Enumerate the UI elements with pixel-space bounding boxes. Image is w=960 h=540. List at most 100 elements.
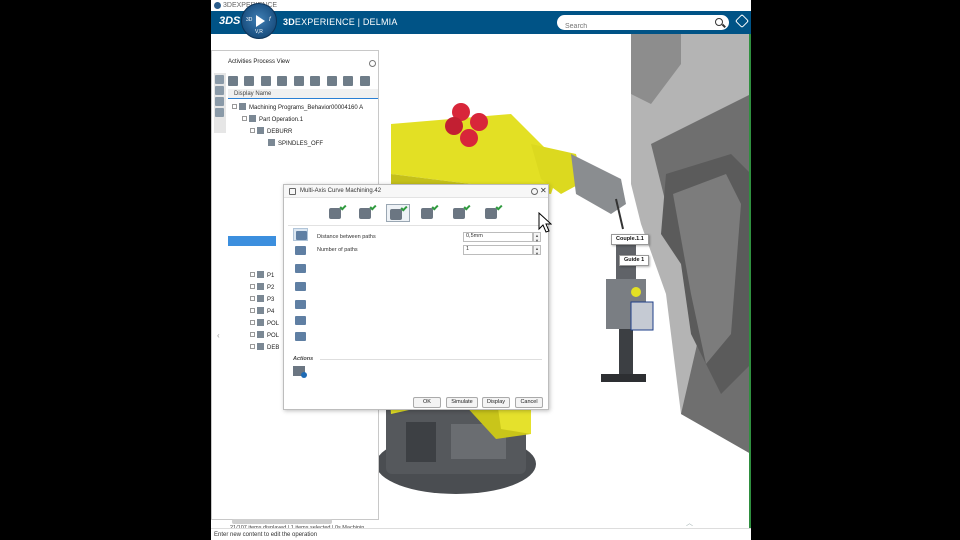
group-icon[interactable] [277,75,288,86]
chevron-left-icon[interactable]: ‹ [217,331,220,340]
check-icon [495,203,503,211]
tab-strategy[interactable] [386,204,410,222]
machining-dialog: Multi-Axis Curve Machining.42 ✕ Distance… [283,184,549,410]
check-icon [463,203,471,211]
status-message: Enter new content to edit the operation [214,532,318,538]
strategy-sidebar [291,228,311,348]
radial-strategy-button[interactable] [293,228,308,241]
tooltip-couple: Couple.1.1 [611,234,649,245]
tree-item[interactable]: P4 [250,307,274,316]
tree-item[interactable]: POL [250,331,279,340]
gear-icon[interactable] [531,188,538,195]
tree-item[interactable]: POL [250,319,279,328]
horizontal-scrollbar[interactable] [232,519,332,524]
display-button[interactable]: Display [482,397,510,408]
compass-button[interactable]: 3D f V,R [241,3,277,39]
tab-geometry[interactable] [356,203,380,222]
compass-f: f [269,17,271,23]
compass-vr: V,R [255,29,263,35]
tree-item[interactable]: Part Operation.1 [242,115,303,124]
tab-tool[interactable] [326,203,350,222]
column-header[interactable]: Display Name [228,89,378,99]
motor-2 [470,113,488,131]
window-edge [749,34,751,528]
tag-icon[interactable] [734,13,750,29]
copy-icon[interactable] [244,75,255,86]
check-icon [431,203,439,211]
tab-feedrate[interactable] [482,203,506,222]
operation-icon [289,188,296,195]
dialog-titlebar[interactable]: Multi-Axis Curve Machining.42 [284,185,548,198]
tree-item[interactable]: SPINDLES_OFF [268,139,323,148]
app-title: 3DEXPERIENCE | DELMIA [283,17,398,27]
tree-item[interactable]: P3 [250,295,274,304]
tree-item[interactable]: P2 [250,283,274,292]
fixture-foot [601,374,646,382]
strategy-icon [390,209,402,220]
window-titlebar: 3DEXPERIENCE [211,0,751,11]
settings-icon[interactable] [343,75,354,86]
tool-icon-2[interactable] [215,86,224,95]
mouse-cursor-icon [538,212,552,233]
tree-item[interactable]: DEB [250,343,279,352]
chevron-up-icon[interactable]: ︿ [686,518,693,528]
macro-icon [421,208,433,219]
tab-axis[interactable] [450,203,474,222]
tab-macros[interactable] [418,203,442,222]
tree-item[interactable]: P1 [250,271,274,280]
brand-prefix: 3D [283,17,295,27]
simulate-button[interactable]: Simulate [446,397,478,408]
filter-icon[interactable] [310,75,321,86]
distance-field[interactable]: 0,5mm [463,232,533,242]
axial-strategy-button[interactable] [293,244,308,257]
play-icon [256,15,265,27]
list-button[interactable] [293,330,308,343]
paste-icon[interactable] [260,75,271,86]
compensation-button[interactable] [293,314,308,327]
part-icon [359,208,371,219]
search-icon[interactable] [715,18,723,26]
gear-icon[interactable] [369,60,376,67]
more-icon[interactable] [359,75,370,86]
tree-item[interactable]: DEBURR [250,127,292,136]
panel-toolbar [228,72,378,86]
add-action-icon[interactable] [293,366,307,378]
tool-icon-3[interactable] [215,97,224,106]
actions-label: Actions [293,356,314,362]
top-bar: 3DS 3DEXPERIENCE | DELMIA [211,11,751,34]
feedrate-icon [485,208,497,219]
base-detail [406,422,436,462]
selected-row[interactable] [228,236,276,246]
tool-icon-4[interactable] [215,108,224,117]
paths-field[interactable]: 1 [463,245,533,255]
stepover-button[interactable] [293,262,308,275]
tooltip-guide: Guide 1 [619,255,650,266]
insert-icon[interactable] [228,75,238,86]
tool-icon-1[interactable] [215,75,224,84]
find-icon[interactable] [293,75,304,86]
close-icon[interactable]: ✕ [540,186,547,196]
dialog-title: Multi-Axis Curve Machining.42 [300,188,382,194]
status-bar: Enter new content to edit the operation [211,528,751,540]
dialog-tabs [326,203,526,224]
actions-divider [320,359,542,360]
3d-viewport[interactable]: Couple.1.1 Guide 1 ︿ Activities Process … [211,34,751,531]
plane-button[interactable] [293,280,308,293]
axis-button[interactable] [293,298,308,311]
ok-button[interactable]: OK [413,397,441,408]
tool-icon [329,208,341,219]
distance-label: Distance between paths [317,234,376,240]
axis-icon [453,208,465,219]
cancel-button[interactable]: Cancel [515,397,543,408]
fixture-clamp [631,287,641,297]
operation-icon [249,115,256,122]
search-input[interactable] [557,19,707,34]
search-box[interactable] [557,15,729,34]
ds-logo-icon: 3DS [219,15,241,27]
program-icon [257,331,264,338]
tree-item[interactable]: Machining Programs_Behavior00004160 A [232,103,363,112]
paths-label: Number of paths [317,247,358,253]
panel-title: Activities Process View [228,59,290,65]
sort-icon[interactable] [326,75,337,86]
paths-spinner[interactable]: ▲ ▼ [533,245,541,256]
